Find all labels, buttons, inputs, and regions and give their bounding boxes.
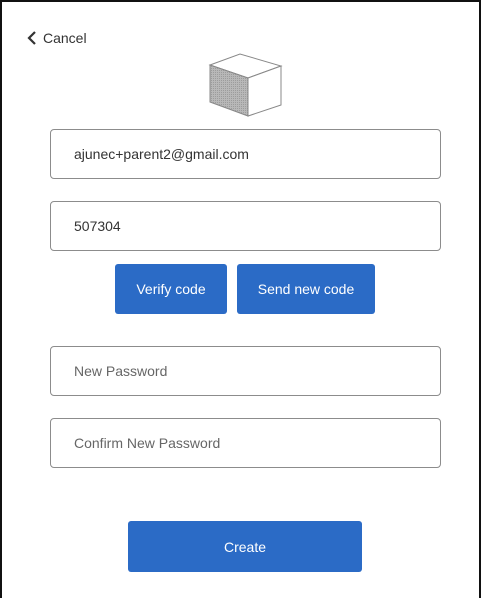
dialog-frame: Cancel Verify code Send new code Create [0,0,481,598]
new-password-input[interactable] [74,363,440,379]
verification-code-input[interactable] [74,218,440,234]
send-new-code-label: Send new code [257,281,355,297]
create-label: Create [223,538,267,555]
cube-logo-icon [208,53,283,117]
email-input[interactable] [74,146,440,162]
verify-code-label: Verify code [136,281,206,297]
new-password-field[interactable] [50,346,441,396]
cancel-link[interactable]: Cancel [27,30,87,46]
confirm-password-input[interactable] [74,435,440,451]
cancel-label: Cancel [43,30,87,46]
create-button[interactable]: Create [128,521,362,572]
verification-code-field[interactable] [50,201,441,251]
send-new-code-button[interactable]: Send new code [237,264,375,314]
email-field[interactable] [50,129,441,179]
chevron-left-icon [27,31,36,45]
confirm-password-field[interactable] [50,418,441,468]
verify-code-button[interactable]: Verify code [115,264,227,314]
